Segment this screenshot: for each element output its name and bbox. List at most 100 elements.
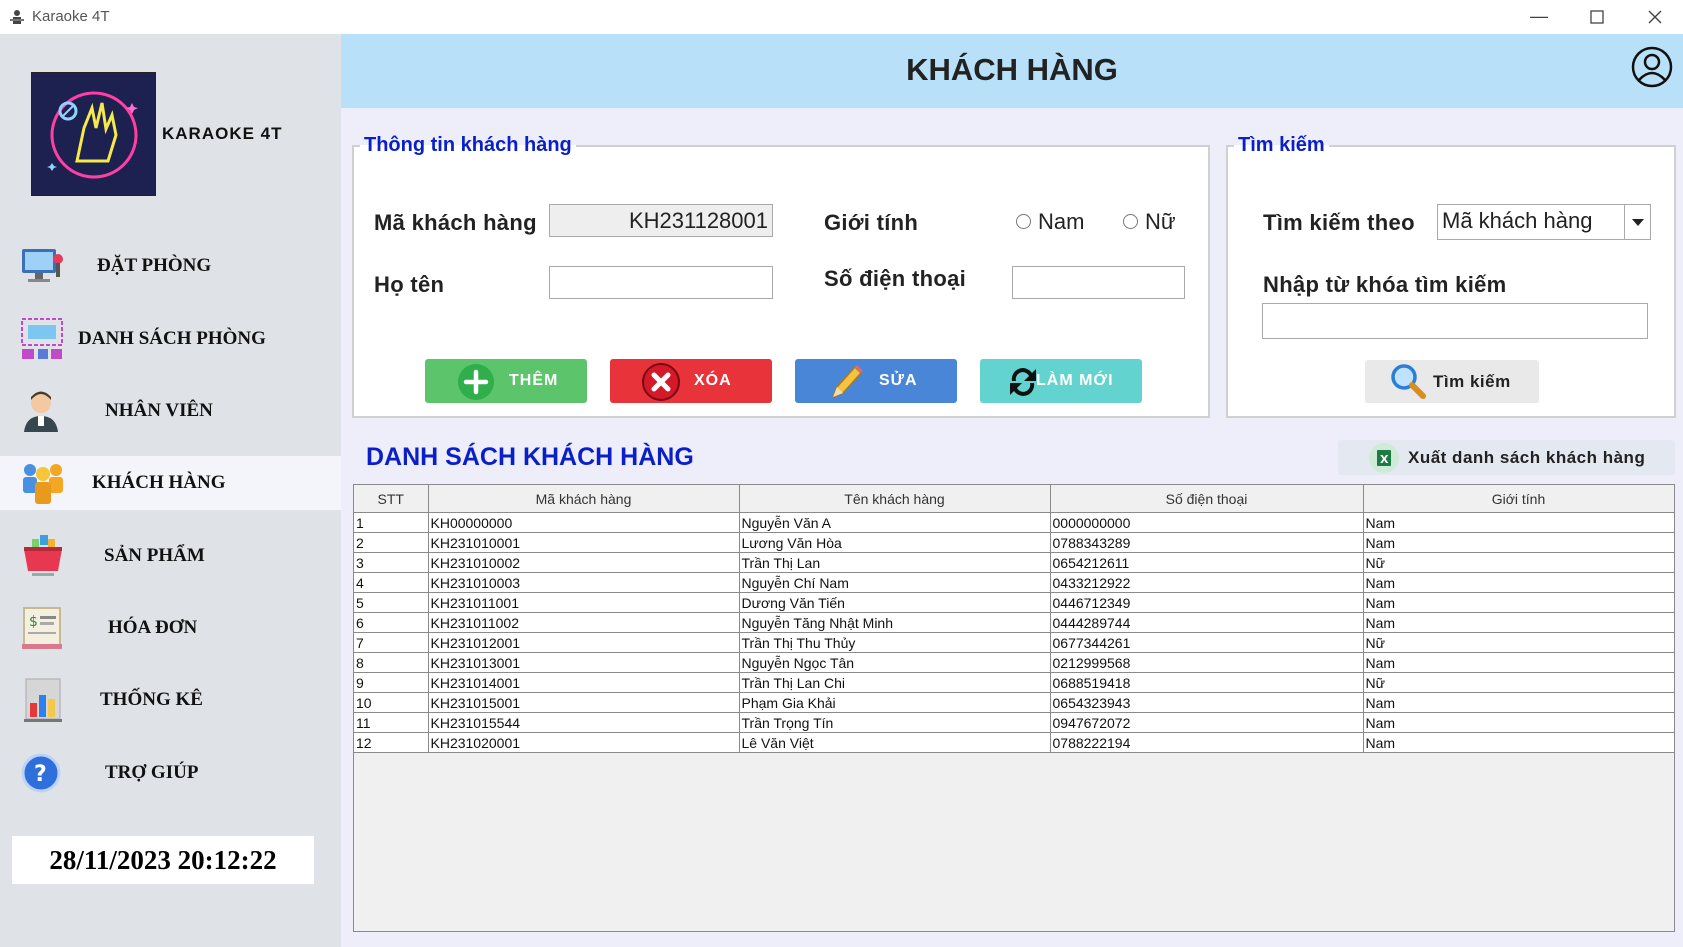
table-cell: Trần Thị Thu Thủy <box>739 632 1051 653</box>
table-cell: Nam <box>1363 512 1675 533</box>
table-row[interactable]: 11 KH231015544 Trần Trọng Tín 0947672072 Nam <box>354 712 1675 733</box>
column-header[interactable]: Số điện thoại <box>1050 485 1364 513</box>
booking-icon <box>18 243 68 289</box>
close-icon[interactable] <box>1626 0 1683 34</box>
table-cell: 0654323943 <box>1050 692 1364 713</box>
sidebar-item-label: HÓA ĐƠN <box>108 617 198 638</box>
sidebar-item-danh-sach-phong[interactable]: DANH SÁCH PHÒNG <box>0 312 341 366</box>
add-button[interactable]: THÊM <box>425 359 587 403</box>
gender-female-label[interactable]: Nữ <box>1145 209 1176 235</box>
sidebar-item-label: KHÁCH HÀNG <box>92 472 226 493</box>
full-name-input[interactable] <box>549 266 773 299</box>
clock-display: 28/11/2023 20:12:22 <box>12 836 314 884</box>
sidebar-item-nhan-vien[interactable]: NHÂN VIÊN <box>0 384 341 438</box>
keyword-input[interactable] <box>1262 303 1648 339</box>
table-row[interactable]: 9 KH231014001 Trần Thị Lan Chi 0688519418 Nữ <box>354 672 1675 693</box>
table-cell: Nữ <box>1363 552 1675 573</box>
svg-text:X: X <box>1380 453 1389 466</box>
sidebar-item-tro-giup[interactable]: ? TRỢ GIÚP <box>0 746 341 800</box>
column-header[interactable]: Giới tính <box>1363 485 1675 513</box>
table-cell: 4 <box>354 572 429 593</box>
table-cell: Nguyễn Văn A <box>739 512 1051 533</box>
table-cell: Nam <box>1363 612 1675 633</box>
table-cell: KH231012001 <box>428 632 740 653</box>
table-cell: Nam <box>1363 652 1675 673</box>
delete-button-label: XÓA <box>694 372 732 389</box>
phone-input[interactable] <box>1012 266 1185 299</box>
table-cell: Nam <box>1363 532 1675 553</box>
search-icon <box>1389 362 1427 400</box>
delete-button[interactable]: XÓA <box>610 359 772 403</box>
table-cell: KH231015001 <box>428 692 740 713</box>
table-cell: 11 <box>354 712 429 733</box>
stats-chart-icon <box>18 675 68 722</box>
gender-female-radio[interactable] <box>1123 214 1138 229</box>
table-cell: Phạm Gia Khải <box>739 692 1051 713</box>
table-row[interactable]: 5 KH231011001 Dương Văn Tiến 0446712349 Nam <box>354 592 1675 613</box>
table-cell: 2 <box>354 532 429 553</box>
table-cell: Trần Thị Lan Chi <box>739 672 1051 693</box>
table-row[interactable]: 3 KH231010002 Trần Thị Lan 0654212611 Nữ <box>354 552 1675 573</box>
table-cell: Nguyễn Ngọc Tân <box>739 652 1051 673</box>
search-button[interactable]: Tìm kiếm <box>1365 360 1539 403</box>
refresh-button[interactable]: LÀM MỚI <box>980 359 1142 403</box>
keyword-label: Nhập từ khóa tìm kiếm <box>1263 272 1507 297</box>
sidebar-item-label: ĐẶT PHÒNG <box>97 255 212 276</box>
sidebar-item-san-pham[interactable]: SẢN PHẨM <box>0 529 341 583</box>
minimize-icon[interactable]: — <box>1510 0 1568 34</box>
table-cell: 0446712349 <box>1050 592 1364 613</box>
table-row[interactable]: 12 KH231020001 Lê Văn Việt 0788222194 Nam <box>354 732 1675 753</box>
table-row[interactable]: 2 KH231010001 Lương Văn Hòa 0788343289 Nam <box>354 532 1675 553</box>
table-cell: Nam <box>1363 732 1675 753</box>
export-button[interactable]: X Xuất danh sách khách hàng <box>1338 440 1675 475</box>
sidebar-item-thong-ke[interactable]: THỐNG KÊ <box>0 673 341 727</box>
window-title: Karaoke 4T <box>32 8 110 25</box>
table-cell: Lê Văn Việt <box>739 732 1051 753</box>
user-account-icon[interactable] <box>1631 46 1673 88</box>
delete-x-icon <box>642 363 680 401</box>
sidebar-item-dat-phong[interactable]: ĐẶT PHÒNG <box>0 239 341 293</box>
sidebar-item-hoa-don[interactable]: $ HÓA ĐƠN <box>0 601 341 655</box>
table-cell: Nữ <box>1363 672 1675 693</box>
table-row[interactable]: 8 KH231013001 Nguyễn Ngọc Tân 0212999568 Nam <box>354 652 1675 673</box>
svg-text:$: $ <box>29 614 38 630</box>
sidebar-item-label: NHÂN VIÊN <box>105 400 213 421</box>
sidebar-item-label: DANH SÁCH PHÒNG <box>78 328 266 349</box>
gender-male-label[interactable]: Nam <box>1038 209 1084 235</box>
table-cell: KH231015544 <box>428 712 740 733</box>
app-icon <box>8 8 26 26</box>
table-row[interactable]: 6 KH231011002 Nguyễn Tăng Nhật Minh 0444289… <box>354 612 1675 633</box>
table-row[interactable]: 1 KH00000000 Nguyễn Văn A 0000000000 Nam <box>354 512 1675 533</box>
table-header-row: STT Mã khách hàng Tên khách hàng Số điện… <box>354 485 1675 513</box>
excel-icon: X <box>1368 442 1400 474</box>
brand-name: KARAOKE 4T <box>162 124 283 143</box>
table-cell: Nguyễn Tăng Nhật Minh <box>739 612 1051 633</box>
table-cell: Nam <box>1363 692 1675 713</box>
table-cell: 8 <box>354 652 429 673</box>
table-cell: 0000000000 <box>1050 512 1364 533</box>
gender-male-radio[interactable] <box>1016 214 1031 229</box>
column-header[interactable]: Tên khách hàng <box>739 485 1051 513</box>
search-by-select[interactable]: Mã khách hàng <box>1437 204 1651 240</box>
invoice-icon: $ <box>18 604 68 650</box>
table-cell: KH231013001 <box>428 652 740 673</box>
sidebar-item-khach-hang[interactable]: KHÁCH HÀNG <box>0 456 341 510</box>
chevron-down-icon[interactable] <box>1624 205 1650 239</box>
column-header[interactable]: STT <box>354 485 429 513</box>
table-row[interactable]: 7 KH231012001 Trần Thị Thu Thủy 0677344261 N… <box>354 632 1675 653</box>
customer-table[interactable]: STT Mã khách hàng Tên khách hàng Số điện… <box>353 484 1675 932</box>
phone-label: Số điện thoại <box>824 266 967 291</box>
table-cell: Lương Văn Hòa <box>739 532 1051 553</box>
column-header[interactable]: Mã khách hàng <box>428 485 740 513</box>
customer-info-legend: Thông tin khách hàng <box>364 134 572 156</box>
table-row[interactable]: 10 KH231015001 Phạm Gia Khải 0654323943 Nam <box>354 692 1675 713</box>
edit-button[interactable]: SỬA <box>795 359 957 403</box>
table-cell: 0788343289 <box>1050 532 1364 553</box>
export-button-label: Xuất danh sách khách hàng <box>1408 448 1646 467</box>
maximize-icon[interactable] <box>1568 0 1626 34</box>
table-cell: Nữ <box>1363 632 1675 653</box>
table-cell: 0677344261 <box>1050 632 1364 653</box>
customer-list-title: DANH SÁCH KHÁCH HÀNG <box>366 443 694 471</box>
table-row[interactable]: 4 KH231010003 Nguyễn Chí Nam 0433212922 Nam <box>354 572 1675 593</box>
edit-button-label: SỬA <box>879 372 918 389</box>
